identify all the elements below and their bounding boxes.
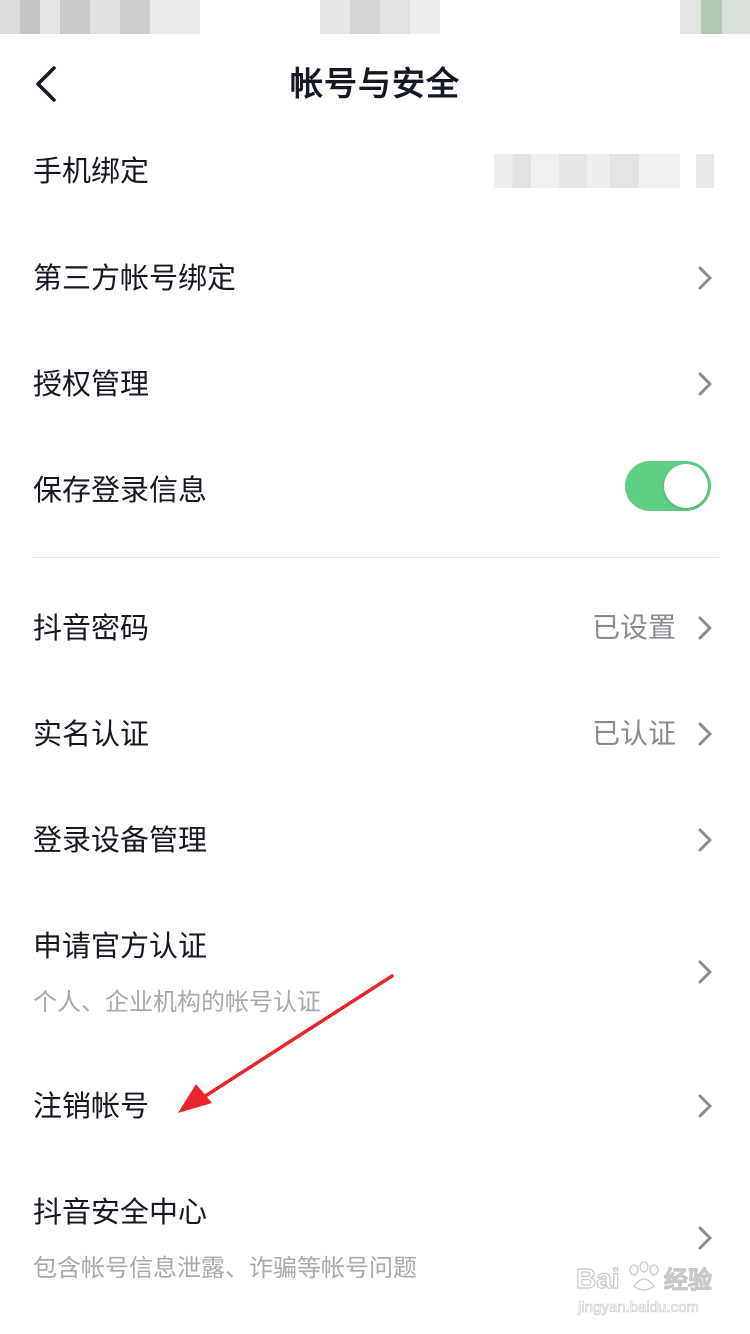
row-value: 已设置 [591, 611, 676, 644]
nav-header: 帐号与安全 [0, 36, 750, 132]
status-bar-blur-right [680, 0, 750, 34]
row-label: 抖音安全中心 [33, 1195, 208, 1229]
row-login-device-management[interactable]: 登录设备管理 [0, 812, 750, 872]
section-divider [33, 557, 719, 558]
row-label: 第三方帐号绑定 [33, 261, 237, 295]
toggle-knob [664, 464, 708, 508]
row-label: 注销帐号 [33, 1089, 150, 1123]
row-third-party-binding[interactable]: 第三方帐号绑定 [0, 250, 750, 310]
row-subtitle: 个人、企业机构的帐号认证 [33, 988, 321, 1016]
chevron-right-icon [698, 616, 712, 640]
chevron-right-icon [698, 372, 712, 396]
row-label: 授权管理 [33, 367, 150, 401]
row-label: 登录设备管理 [33, 823, 208, 857]
phone-number-blurred-tail [696, 154, 714, 188]
row-douyin-password[interactable]: 抖音密码 已设置 [0, 600, 750, 660]
status-bar [0, 0, 750, 36]
chevron-right-icon [698, 828, 712, 852]
status-bar-blur-center [320, 0, 440, 34]
chevron-right-icon [698, 1094, 712, 1118]
svg-text:jingyan.baidu.com: jingyan.baidu.com [577, 1299, 699, 1316]
row-label: 抖音密码 [33, 611, 150, 645]
status-bar-blur-left [0, 0, 200, 34]
row-label: 保存登录信息 [33, 473, 208, 507]
row-cancel-account[interactable]: 注销帐号 [0, 1078, 750, 1138]
chevron-right-icon [698, 266, 712, 290]
svg-text:Bai: Bai [576, 1263, 620, 1294]
row-label: 实名认证 [33, 717, 150, 751]
chevron-right-icon [698, 960, 712, 984]
chevron-right-icon [698, 1226, 712, 1250]
svg-text:经验: 经验 [664, 1266, 712, 1294]
save-login-toggle[interactable] [625, 461, 711, 511]
phone-number-blurred [494, 154, 680, 188]
chevron-right-icon [698, 722, 712, 746]
row-real-name-verification[interactable]: 实名认证 已认证 [0, 706, 750, 766]
page-title: 帐号与安全 [290, 64, 460, 103]
row-label: 手机绑定 [33, 154, 150, 188]
row-value: 已认证 [591, 717, 676, 750]
row-authorization[interactable]: 授权管理 [0, 356, 750, 416]
baidu-logo-icon: Bai 经验 jingyan.baidu.com [575, 1261, 713, 1316]
row-official-certification[interactable]: 申请官方认证 个人、企业机构的帐号认证 [0, 918, 750, 1028]
row-subtitle: 包含帐号信息泄露、诈骗等帐号问题 [33, 1254, 417, 1282]
baidu-jingyan-watermark: Bai 经验 jingyan.baidu.com [574, 1252, 724, 1318]
row-label: 申请官方认证 [33, 929, 208, 963]
